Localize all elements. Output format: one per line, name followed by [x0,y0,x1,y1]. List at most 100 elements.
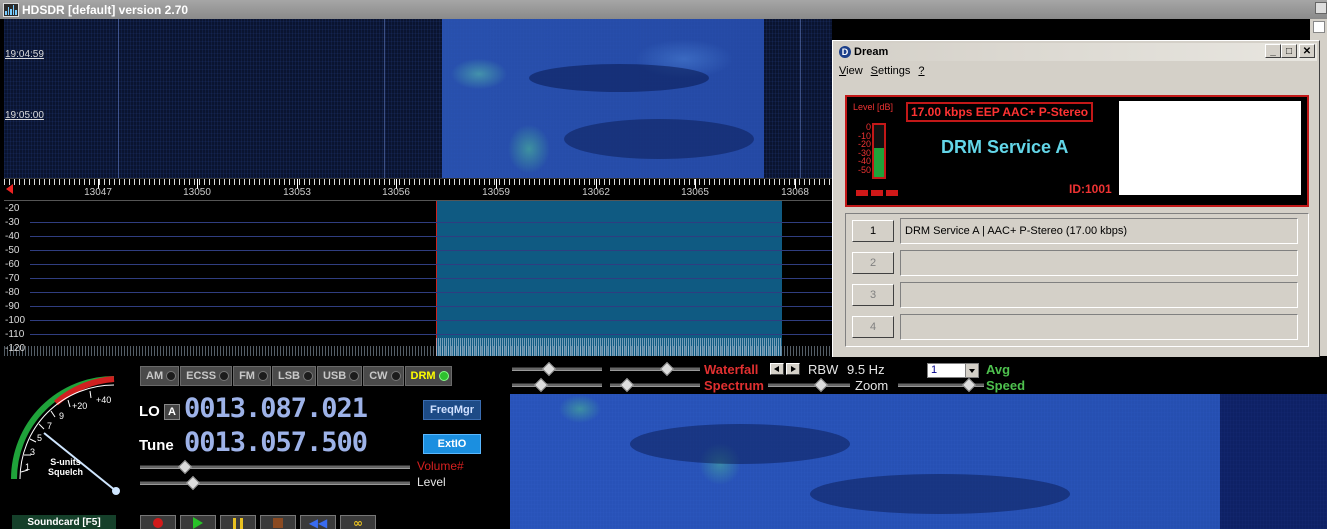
waterfall-slider-1[interactable] [512,361,602,377]
pause-icon [233,517,243,529]
slider-thumb[interactable] [659,361,675,377]
spectrum-gridline [30,306,832,307]
service-select-button[interactable]: 1 [852,220,894,242]
mode-led-icon [302,371,313,381]
waterfall-display[interactable]: 19:04:59 19:05:00 [4,19,832,178]
status-leds [856,190,898,196]
loop-button[interactable]: ∞ [340,515,376,529]
spectrum-slider-1[interactable] [512,377,602,393]
slider-thumb[interactable] [961,377,977,393]
speed-slider[interactable] [898,377,984,393]
volume-slider-thumb[interactable] [177,459,193,475]
service-select-button[interactable]: 4 [852,316,894,338]
window-buttons: _ □ ✕ [1265,44,1315,58]
waterfall-carrier-line [800,19,801,178]
lo-label: LO [139,403,160,420]
mode-fm-button[interactable]: FM [233,366,271,386]
s-meter-label: +20 [72,401,88,411]
rewind-button[interactable]: ◀◀ [300,515,336,529]
waterfall-shadow [810,474,1070,514]
service-row: 4 [852,314,1302,340]
spectrum-gridline [30,222,832,223]
service-description [900,250,1298,276]
frequency-scale[interactable]: 13047 13050 13053 13056 13059 13062 1306… [4,178,832,200]
mode-label: FM [239,370,255,382]
s-meter-caption-line: S-units [50,457,81,467]
mode-led-icon [166,371,177,381]
mode-ecss-button[interactable]: ECSS [180,366,233,386]
spectrum-display[interactable]: -20 -30 -40 -50 -60 -70 -80 -90 -100 -11… [4,200,832,356]
stop-button[interactable] [260,515,296,529]
spectrum-gridline [30,334,832,335]
waterfall-carrier-line [384,19,385,178]
status-led [871,190,883,196]
maximize-icon[interactable]: □ [1281,44,1297,58]
mode-led-icon [257,371,268,381]
mode-label: LSB [277,370,300,382]
slider-thumb[interactable] [533,377,549,393]
record-icon [153,518,163,528]
rbw-decrease-button[interactable] [770,363,784,375]
service-row: 2 [852,250,1302,276]
spectrum-signal-trace [436,338,782,356]
mode-label: AM [146,370,164,382]
level-scale-tick: -50 [857,164,871,175]
dream-titlebar[interactable]: D Dream _ □ ✕ [835,43,1317,61]
lo-frequency-display[interactable]: 0013.087.021 [184,393,368,424]
menu-help[interactable]: ? [918,65,924,77]
play-icon [193,517,203,529]
mode-led-icon [438,371,449,381]
avg-label: Avg [986,362,1011,377]
service-select-button[interactable]: 3 [852,284,894,306]
menu-view[interactable]: View [839,65,863,77]
play-button[interactable] [180,515,216,529]
mode-drm-button[interactable]: DRM [404,366,452,386]
db-label: -60 [5,259,20,270]
extio-button[interactable]: ExtIO [423,434,481,454]
level-slider-thumb[interactable] [185,475,201,491]
record-button[interactable] [140,515,176,529]
level-slider[interactable] [140,475,410,491]
zoom-slider[interactable] [768,377,850,393]
volume-slider[interactable] [140,459,410,475]
slider-thumb[interactable] [541,361,557,377]
slider-thumb[interactable] [813,377,829,393]
service-select-button[interactable]: 2 [852,252,894,274]
frequency-label: 13056 [382,187,410,198]
minimize-icon[interactable]: _ [1265,44,1281,58]
background-window-button[interactable] [1313,21,1325,33]
zoomed-waterfall-display[interactable] [510,394,1327,529]
spectrum-slider-2[interactable] [610,377,700,393]
level-label: Level [417,475,446,489]
tune-frequency-display[interactable]: 0013.057.500 [184,427,368,458]
status-led [886,190,898,196]
freqmgr-button[interactable]: FreqMgr [423,400,481,420]
frequency-label: 13050 [183,187,211,198]
mode-am-button[interactable]: AM [140,366,180,386]
db-label: -100 [5,315,26,326]
lo-lock-button[interactable]: A [164,404,180,420]
slider-thumb[interactable] [619,377,635,393]
mode-lsb-button[interactable]: LSB [271,366,316,386]
scroll-left-arrow-icon[interactable] [6,184,13,194]
soundcard-button[interactable]: Soundcard [F5] [12,515,116,529]
waterfall-slider-2[interactable] [610,361,700,377]
window-control-button[interactable] [1315,2,1327,14]
app-titlebar[interactable]: HDSDR [default] version 2.70 [0,0,1327,19]
mode-cw-button[interactable]: CW [363,366,404,386]
service-id: ID:1001 [1069,182,1112,196]
mode-label: DRM [410,370,436,382]
frequency-label: 13065 [681,187,709,198]
hdsdr-app-icon[interactable] [3,2,19,17]
transport-controls: ◀◀ ∞ [140,515,376,529]
s-meter-label: 9 [59,411,65,421]
mode-usb-button[interactable]: USB [316,366,363,386]
pause-button[interactable] [220,515,256,529]
dream-window[interactable]: D Dream _ □ ✕ View Settings ? Level [dB]… [832,40,1320,358]
avg-select[interactable]: 1 [927,363,979,378]
menu-settings[interactable]: Settings [871,65,911,77]
chevron-down-icon[interactable] [965,364,978,377]
mode-led-icon [349,371,360,381]
rbw-increase-button[interactable] [786,363,800,375]
close-icon[interactable]: ✕ [1299,44,1315,58]
